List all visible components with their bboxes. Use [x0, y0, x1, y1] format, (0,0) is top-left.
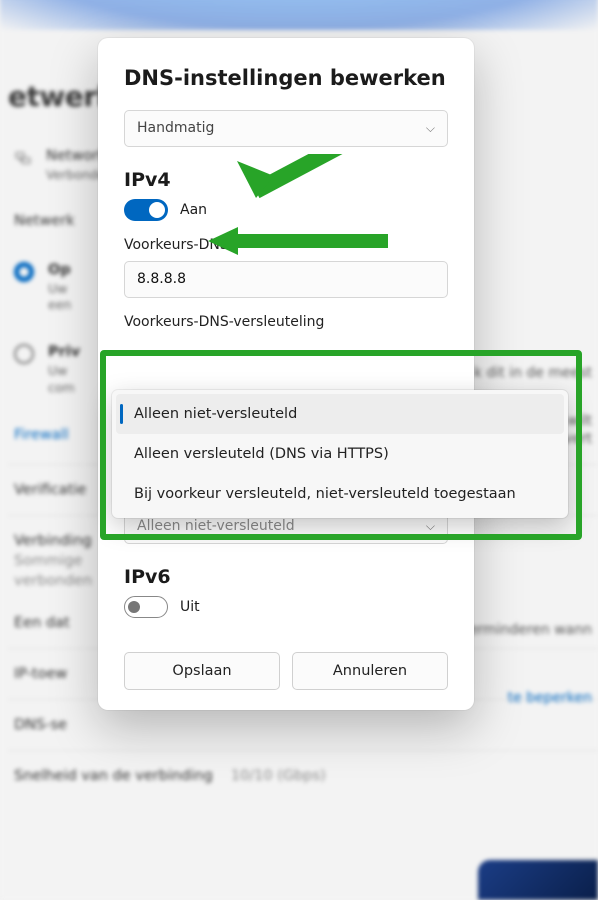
dns-enc-option-encrypted-https[interactable]: Alleen versleuteld (DNS via HTTPS) [116, 434, 564, 474]
radio-private[interactable] [14, 344, 34, 364]
chevron-down-icon: ⌵ [426, 121, 435, 135]
ipv4-heading: IPv4 [124, 169, 448, 191]
row-dnsse: DNS-se [14, 717, 67, 733]
bg-right-slice-2: wilt [567, 413, 592, 429]
dns-enc-option-unencrypted[interactable]: Alleen niet-versleuteld [116, 394, 564, 434]
ipv6-toggle[interactable] [124, 596, 168, 618]
radio-private-title: Priv [48, 343, 80, 363]
bg-right-slice-5: te beperken [508, 690, 592, 706]
preferred-dns-encryption-label: Voorkeurs-DNS-versleuteling [124, 314, 448, 330]
row-datalimiet[interactable]: Een dat [14, 615, 70, 631]
dns-enc-option-label: Alleen versleuteld (DNS via HTTPS) [134, 446, 389, 462]
radio-public[interactable] [14, 262, 34, 282]
preferred-dns-encryption-dropdown: Alleen niet-versleuteld Alleen versleute… [112, 390, 568, 518]
dns-mode-value: Handmatig [137, 120, 214, 137]
radio-public-title: Op [48, 261, 71, 281]
taskbar-corner [478, 860, 598, 900]
row-iptoew: IP-toew [14, 666, 67, 682]
dialog-title: DNS-instellingen bewerken [124, 66, 448, 90]
row-verificatie: Verificatie [14, 482, 86, 498]
ipv6-toggle-label: Uit [180, 599, 200, 615]
radio-private-sub2: com [48, 380, 80, 397]
ethernet-icon [14, 149, 32, 167]
profile-heading: Netwerk [14, 212, 75, 232]
preferred-dns-label: Voorkeurs-DNS [124, 237, 448, 253]
ipv6-heading: IPv6 [124, 566, 448, 588]
preferred-dns-input[interactable]: 8.8.8.8 [124, 261, 448, 298]
speed-key: Snelheid van de verbinding [14, 768, 213, 784]
radio-public-sub1: Uw [48, 281, 71, 298]
bg-right-slice-1: k dit in de meest [474, 365, 592, 381]
cancel-button-label: Annuleren [333, 663, 407, 679]
save-button-label: Opslaan [172, 663, 231, 679]
dns-enc-option-label: Bij voorkeur versleuteld, niet-versleute… [134, 486, 516, 502]
dns-enc-option-prefer-encrypted[interactable]: Bij voorkeur versleuteld, niet-versleute… [116, 474, 564, 514]
bg-right-slice-3: vert [564, 431, 592, 447]
ipv4-toggle-label: Aan [180, 202, 207, 218]
bg-right-slice-4: verminderen wann [461, 622, 592, 638]
save-button[interactable]: Opslaan [124, 652, 280, 690]
radio-private-sub1: Uw [48, 363, 80, 380]
dns-mode-select[interactable]: Handmatig ⌵ [124, 110, 448, 147]
speed-value: 10/10 (Gbps) [231, 768, 326, 784]
ipv4-toggle[interactable] [124, 199, 168, 221]
alt-dns-encryption-value: Alleen niet-versleuteld [137, 518, 295, 535]
firewall-link[interactable]: Firewall [14, 426, 69, 446]
dns-settings-dialog: DNS-instellingen bewerken Handmatig ⌵ IP… [98, 38, 474, 710]
dns-enc-option-label: Alleen niet-versleuteld [134, 406, 297, 422]
cancel-button[interactable]: Annuleren [292, 652, 448, 690]
radio-public-sub2: een [48, 297, 71, 314]
chevron-down-icon: ⌵ [426, 519, 435, 533]
preferred-dns-value: 8.8.8.8 [137, 271, 186, 288]
